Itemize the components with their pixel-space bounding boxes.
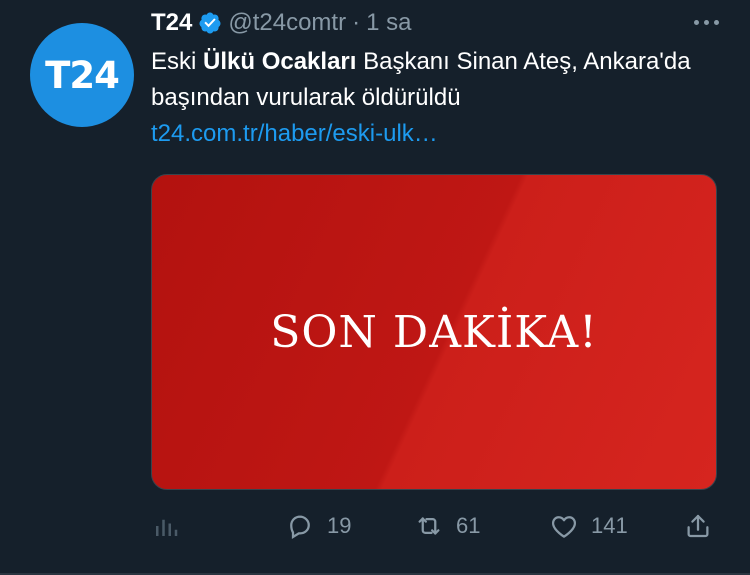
action-bar: 19 61 141 <box>151 506 721 546</box>
tweet-text: Eski Ülkü Ocakları Başkanı Sinan Ateş, A… <box>151 44 721 152</box>
breaking-news-text: SON DAKİKA! <box>270 306 598 358</box>
display-name[interactable]: T24 <box>151 9 192 37</box>
timestamp[interactable]: 1 sa <box>366 9 411 37</box>
analytics-icon <box>156 519 178 536</box>
tweet-link[interactable]: t24.com.tr/haber/eski-ulk… <box>151 120 438 147</box>
text-highlight: Ülkü Ocakları <box>203 48 357 75</box>
more-options-button[interactable] <box>688 12 724 32</box>
analytics-button[interactable] <box>151 506 181 546</box>
like-button[interactable]: 141 <box>549 506 628 546</box>
retweet-button[interactable]: 61 <box>414 506 480 546</box>
text-prefix: Eski <box>151 48 204 75</box>
reply-icon <box>290 515 310 540</box>
retweet-icon <box>418 517 440 535</box>
media-card[interactable]: SON DAKİKA! <box>151 174 717 490</box>
like-count: 141 <box>591 513 628 538</box>
share-icon <box>687 514 709 538</box>
retweet-count: 61 <box>456 513 481 538</box>
reply-button[interactable]: 19 <box>285 506 351 546</box>
avatar[interactable]: T24 <box>30 23 134 127</box>
separator-dot: · <box>352 9 361 36</box>
share-button[interactable] <box>683 506 713 546</box>
reply-count: 19 <box>327 513 352 538</box>
verified-badge-icon <box>199 12 221 34</box>
more-dot-icon <box>713 19 719 25</box>
heart-icon <box>551 516 577 538</box>
tweet-header: T24 @t24comtr · 1 sa <box>151 6 411 40</box>
more-dot-icon <box>693 19 699 25</box>
avatar-logo-text: T24 <box>45 53 120 97</box>
user-handle[interactable]: @t24comtr <box>228 9 346 37</box>
more-dot-icon <box>703 19 709 25</box>
